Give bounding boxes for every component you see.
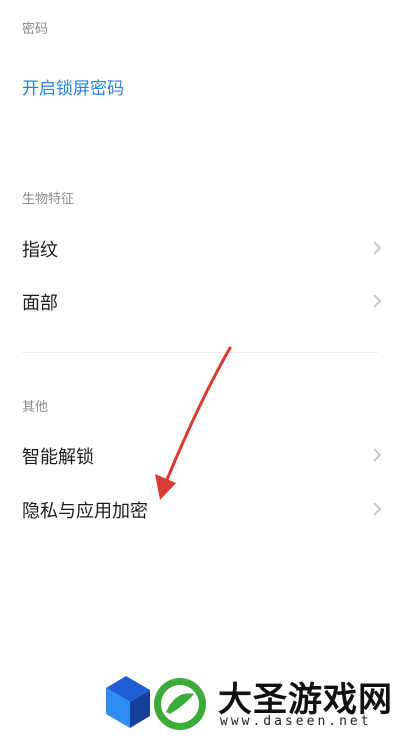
chevron-right-icon: [373, 294, 382, 308]
settings-item-fingerprint[interactable]: 指纹: [0, 226, 400, 270]
watermark-url: www.daseen.net: [220, 714, 372, 729]
enable-lockscreen-password-link[interactable]: 开启锁屏密码: [22, 74, 124, 99]
watermark: 大圣游戏网 www.daseen.net: [100, 662, 400, 742]
chevron-right-icon: [373, 241, 382, 255]
settings-item-label: 隐私与应用加密: [22, 501, 148, 522]
section-header-password: 密码: [22, 22, 49, 37]
settings-item-label: 智能解锁: [22, 447, 94, 468]
section-header-other: 其他: [22, 400, 49, 415]
settings-item-label: 指纹: [22, 240, 58, 261]
section-divider: [22, 352, 378, 353]
site-logo-icon: [106, 676, 206, 730]
annotation-arrow: [155, 346, 232, 500]
settings-item-face[interactable]: 面部: [0, 279, 400, 323]
settings-item-label: 面部: [22, 293, 58, 314]
settings-item-smart-unlock[interactable]: 智能解锁: [0, 433, 400, 477]
settings-item-privacy-app-encryption[interactable]: 隐私与应用加密: [0, 487, 400, 531]
chevron-right-icon: [373, 502, 382, 516]
chevron-right-icon: [373, 448, 382, 462]
section-header-biometrics: 生物特征: [22, 192, 75, 207]
